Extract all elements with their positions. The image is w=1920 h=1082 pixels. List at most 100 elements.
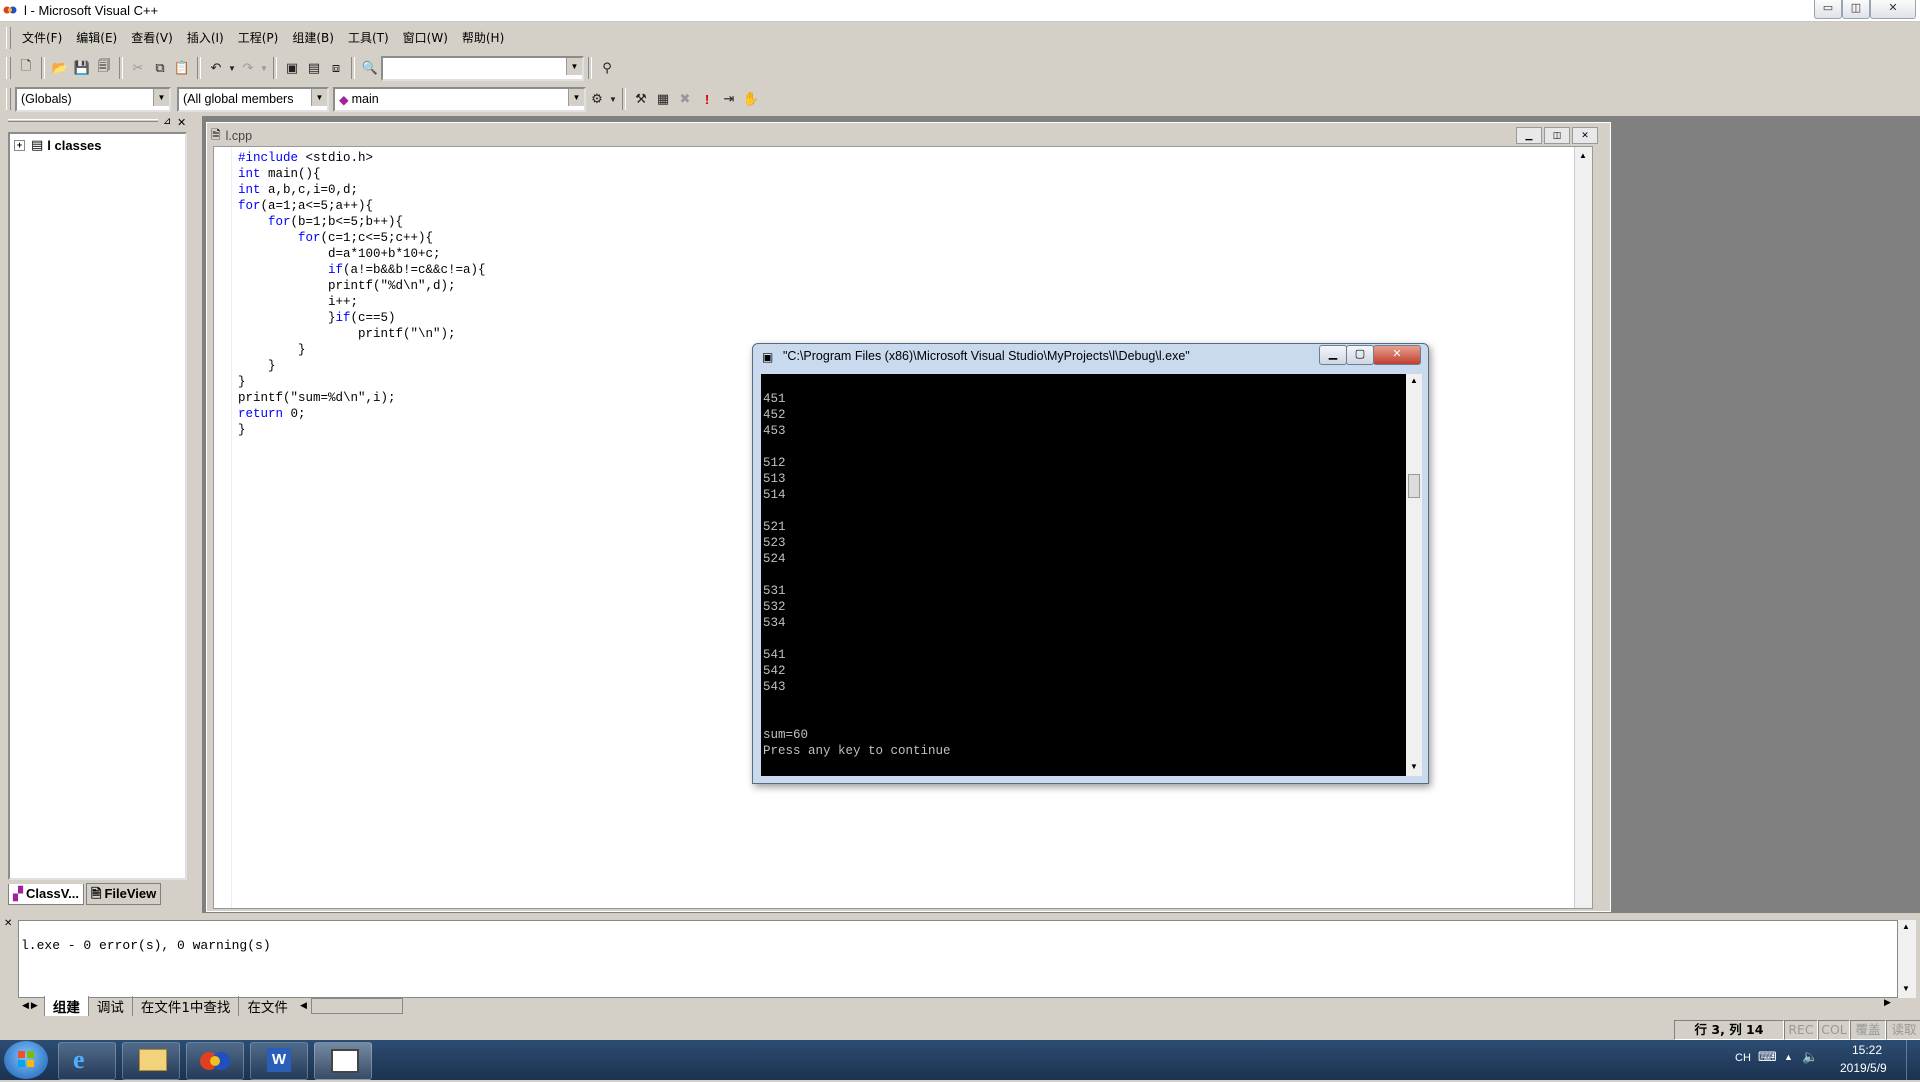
redo-dropdown-icon[interactable]: ▼: [259, 57, 269, 79]
menu-help[interactable]: 帮助(H): [455, 24, 511, 52]
save-all-icon[interactable]: 🗐: [93, 57, 115, 79]
output-text-area[interactable]: l.exe - 0 error(s), 0 warning(s): [18, 920, 1898, 998]
menu-window[interactable]: 窗口(W): [396, 24, 455, 52]
tab-classview[interactable]: ▞ ClassV...: [8, 883, 85, 905]
output-window-icon[interactable]: ▤: [303, 57, 325, 79]
chevron-down-icon[interactable]: ▼: [566, 57, 582, 75]
taskbar-ie[interactable]: e: [58, 1042, 116, 1080]
input-language[interactable]: CH: [1735, 1052, 1751, 1064]
editor-restore-button[interactable]: ◫: [1544, 127, 1570, 144]
chevron-down-icon[interactable]: ▼: [153, 88, 169, 106]
go-debug-icon[interactable]: ⇥: [718, 88, 740, 110]
pane-resize-icon[interactable]: ⊿: [163, 116, 171, 127]
console-output[interactable]: 451 452 453 512 513 514 521 523 524 531 …: [761, 374, 1406, 776]
close-icon[interactable]: ✕: [4, 918, 12, 929]
chevron-down-icon[interactable]: ▼: [311, 88, 327, 106]
find-in-files-icon[interactable]: 🔍: [359, 57, 381, 79]
clock-date[interactable]: 2019/5/9: [1840, 1061, 1887, 1075]
taskbar-console[interactable]: [314, 1042, 372, 1080]
minimize-button[interactable]: ▭: [1814, 0, 1842, 19]
scroll-down-icon[interactable]: ▼: [1902, 984, 1910, 993]
tray-expand-icon[interactable]: ▲: [1784, 1052, 1793, 1062]
console-scrollbar[interactable]: ▲ ▼: [1406, 374, 1422, 776]
build-icon[interactable]: ▦: [652, 88, 674, 110]
find-combo[interactable]: ▼: [381, 55, 584, 81]
volume-icon[interactable]: 🔈: [1802, 1049, 1818, 1065]
show-desktop-button[interactable]: [1906, 1040, 1920, 1080]
scroll-down-icon[interactable]: ▼: [1410, 762, 1418, 771]
scroll-thumb[interactable]: [1408, 474, 1420, 498]
code-text[interactable]: #include <stdio.h> int main(){ int a,b,c…: [238, 150, 486, 438]
code-line: printf("\n");: [238, 327, 456, 341]
editor-scrollbar[interactable]: ▲: [1574, 147, 1592, 908]
tab-find-in-files-1[interactable]: 在文件1中查找: [131, 996, 239, 1016]
compile-icon[interactable]: ⚒: [630, 88, 652, 110]
tab-nav-right-icon[interactable]: ▶: [31, 1001, 38, 1011]
hscroll-left-icon[interactable]: ◀: [300, 1001, 307, 1011]
toolbar-grip[interactable]: [6, 88, 11, 110]
menu-project[interactable]: 工程(P): [231, 24, 286, 52]
redo-icon[interactable]: ↷: [237, 57, 259, 79]
editor-close-button[interactable]: ✕: [1572, 127, 1598, 144]
stop-build-icon[interactable]: ✖: [674, 88, 696, 110]
close-button[interactable]: ✕: [1870, 0, 1916, 19]
console-minimize-button[interactable]: ▁: [1319, 345, 1347, 365]
workspace-icon[interactable]: ▣: [281, 57, 303, 79]
save-icon[interactable]: 💾: [71, 57, 93, 79]
hscroll-right-icon[interactable]: ▶: [1884, 997, 1891, 1008]
breakpoint-hand-icon[interactable]: ✋: [740, 88, 762, 110]
wizard-actions-icon[interactable]: ⚙: [586, 88, 608, 110]
menu-tools[interactable]: 工具(T): [341, 24, 396, 52]
open-folder-icon[interactable]: 📂: [49, 57, 71, 79]
console-close-button[interactable]: ✕: [1373, 345, 1421, 365]
copy-icon[interactable]: ⧉: [149, 57, 171, 79]
toolbar-grip[interactable]: [6, 57, 11, 79]
scroll-up-icon[interactable]: ▲: [1410, 376, 1418, 385]
tab-fileview[interactable]: 🗎 FileView: [86, 883, 162, 905]
selection-margin[interactable]: [214, 147, 232, 908]
cut-icon[interactable]: ✂: [127, 57, 149, 79]
taskbar-explorer[interactable]: [122, 1042, 180, 1080]
tab-debug[interactable]: 调试: [87, 996, 132, 1016]
taskbar-vc[interactable]: [186, 1042, 244, 1080]
taskbar-word[interactable]: W: [250, 1042, 308, 1080]
restore-button[interactable]: ◫: [1842, 0, 1870, 19]
scope-combo[interactable]: (Globals) ▼: [15, 86, 171, 112]
console-maximize-button[interactable]: ▢: [1346, 345, 1374, 365]
tab-find-in-files-2[interactable]: 在文件: [238, 996, 296, 1016]
menu-insert[interactable]: 插入(I): [180, 24, 231, 52]
execute-icon[interactable]: !: [696, 88, 718, 110]
pane-grip[interactable]: [8, 119, 158, 122]
actions-dropdown-icon[interactable]: ▼: [608, 88, 618, 110]
output-scrollbar[interactable]: ▲ ▼: [1898, 920, 1916, 998]
menu-view[interactable]: 查看(V): [124, 24, 180, 52]
keyboard-icon[interactable]: ⌨: [1758, 1049, 1777, 1065]
scroll-up-icon[interactable]: ▲: [1902, 922, 1910, 931]
undo-dropdown-icon[interactable]: ▼: [227, 57, 237, 79]
find-binoculars-icon[interactable]: ⚲: [596, 57, 618, 79]
close-icon[interactable]: ✕: [177, 116, 186, 129]
undo-icon[interactable]: ↶: [205, 57, 227, 79]
clock-time[interactable]: 15:22: [1852, 1043, 1882, 1057]
members-combo[interactable]: (All global members ▼: [177, 86, 329, 112]
editor-titlebar[interactable]: 🗎 l.cpp ▁ ◫ ✕: [211, 126, 1601, 146]
tab-nav-left-icon[interactable]: ◀: [22, 1001, 29, 1011]
start-button[interactable]: [4, 1041, 48, 1079]
editor-minimize-button[interactable]: ▁: [1516, 127, 1542, 144]
chevron-down-icon[interactable]: ▼: [568, 88, 584, 106]
function-combo[interactable]: ◆ main ▼: [333, 86, 586, 112]
window-list-icon[interactable]: ⧈: [325, 57, 347, 79]
new-file-icon[interactable]: 🗋: [15, 57, 37, 79]
tree-item-classes[interactable]: + ▤ l classes: [14, 137, 102, 153]
menu-file[interactable]: 文件(F): [15, 24, 69, 52]
tab-build[interactable]: 组建: [43, 996, 88, 1016]
menu-grip[interactable]: [6, 27, 11, 49]
output-hscrollbar[interactable]: [310, 998, 403, 1014]
menu-edit[interactable]: 编辑(E): [69, 24, 124, 52]
paste-icon[interactable]: 📋: [171, 57, 193, 79]
code-line: }: [238, 359, 276, 373]
class-tree[interactable]: + ▤ l classes: [8, 132, 187, 880]
menu-build[interactable]: 组建(B): [285, 24, 341, 52]
scroll-up-icon[interactable]: ▲: [1579, 151, 1587, 160]
expand-icon[interactable]: +: [14, 139, 25, 151]
